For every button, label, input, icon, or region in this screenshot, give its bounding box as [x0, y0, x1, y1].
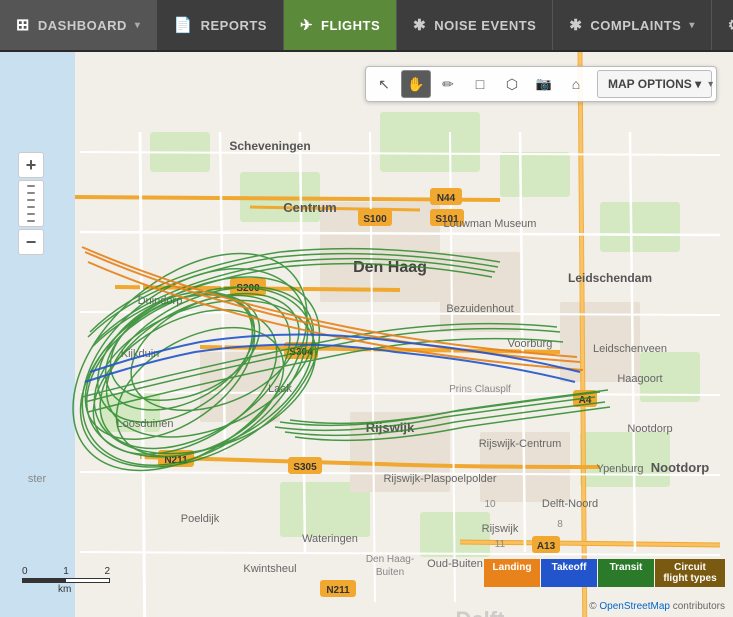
scale-labels: 0 1 2	[22, 566, 110, 577]
svg-text:Rijswijk-Centrum: Rijswijk-Centrum	[479, 438, 562, 450]
legend-transit-label: Transit	[606, 562, 646, 573]
zoom-out-button[interactable]: −	[18, 229, 44, 255]
legend-takeoff-label: Takeoff	[549, 562, 589, 573]
svg-text:S200: S200	[236, 283, 260, 294]
legend-landing: Landing	[484, 559, 540, 587]
svg-text:Wateringen: Wateringen	[302, 533, 358, 545]
svg-text:Den Haag-: Den Haag-	[366, 554, 414, 565]
draw-tool-button[interactable]: ✏	[433, 70, 463, 98]
legend-landing-label: Landing	[492, 562, 532, 573]
svg-text:Centrum: Centrum	[283, 200, 336, 215]
polygon-tool-button[interactable]: ⬡	[497, 70, 527, 98]
svg-text:Rijswijk: Rijswijk	[366, 420, 415, 435]
chevron-down-icon: ▾	[135, 20, 141, 31]
nav-item-flights[interactable]: ✈ FLIGHTS	[284, 0, 397, 50]
legend-transit: Transit	[598, 559, 654, 587]
svg-text:N44: N44	[437, 193, 456, 204]
svg-text:Den Haag: Den Haag	[353, 259, 427, 276]
map-options-chevron-icon: ▾	[708, 79, 713, 90]
svg-text:S305: S305	[293, 462, 317, 473]
legend-takeoff: Takeoff	[541, 559, 597, 587]
svg-text:S304: S304	[289, 347, 313, 358]
map-background: S200 N44 S100 S101 S304 N211 N211	[0, 52, 733, 617]
svg-text:Nootdorp: Nootdorp	[651, 460, 710, 475]
dashboard-icon: ⊞	[16, 15, 30, 35]
rectangle-tool-button[interactable]: □	[465, 70, 495, 98]
zoom-scale	[18, 180, 44, 227]
svg-text:10: 10	[484, 499, 496, 510]
svg-text:Louwman Museum: Louwman Museum	[444, 218, 537, 230]
map-container[interactable]: S200 N44 S100 S101 S304 N211 N211	[0, 52, 733, 617]
admin-icon: ⚙	[728, 16, 733, 34]
svg-text:Voorburg: Voorburg	[508, 338, 553, 350]
zoom-controls: + −	[18, 152, 44, 255]
nav-item-dashboard[interactable]: ⊞ DASHBOARD ▾	[0, 0, 157, 50]
scale-label-2: 2	[104, 566, 110, 577]
svg-text:Rijswijk-Plaspoelpolder: Rijswijk-Plaspoelpolder	[383, 473, 496, 485]
zoom-in-button[interactable]: +	[18, 152, 44, 178]
home-tool-button[interactable]: ⌂	[561, 70, 591, 98]
nav-label-complaints: COMPLAINTS	[590, 18, 681, 33]
svg-text:Nootdorp: Nootdorp	[627, 423, 672, 435]
openstreetmap-link[interactable]: OpenStreetMap	[599, 601, 670, 612]
noise-events-icon: ✱	[413, 16, 426, 34]
svg-text:Duindorp: Duindorp	[138, 295, 183, 307]
scale-ruler	[22, 578, 110, 583]
pointer-tool-button[interactable]: ↖	[369, 70, 399, 98]
svg-text:S100: S100	[363, 214, 387, 225]
nav-label-noise-events: NOISE EVENTS	[434, 18, 536, 33]
svg-text:Scheveningen: Scheveningen	[229, 139, 310, 153]
svg-text:A13: A13	[537, 541, 556, 552]
svg-text:Ypenburg: Ypenburg	[597, 463, 644, 475]
map-options-button[interactable]: MAP OPTIONS ▾	[597, 70, 712, 98]
svg-text:Rijswijk: Rijswijk	[482, 523, 519, 535]
navbar: ⊞ DASHBOARD ▾ 📄 REPORTS ✈ FLIGHTS ✱ NOIS…	[0, 0, 733, 52]
scale-bar: 0 1 2 km	[22, 566, 110, 595]
legend-circuit: Circuit flight types	[655, 559, 725, 587]
nav-label-dashboard: DASHBOARD	[38, 18, 127, 33]
svg-text:Kijkduin: Kijkduin	[121, 348, 160, 360]
nav-label-flights: FLIGHTS	[321, 18, 380, 33]
complaints-icon: ✱	[569, 16, 582, 34]
legend-circuit-label: Circuit	[663, 562, 717, 573]
svg-text:Leidschendam: Leidschendam	[568, 271, 652, 285]
svg-text:8: 8	[557, 519, 563, 530]
svg-text:11: 11	[495, 539, 506, 550]
svg-text:Kwintsheul: Kwintsheul	[243, 563, 296, 575]
map-toolbar: ↖ ✋ ✏ □ ⬡ 📷 ⌂ MAP OPTIONS ▾ ▾	[365, 66, 717, 102]
scale-label-1: 1	[63, 566, 69, 577]
flight-legend: Landing Takeoff Transit Circuit flight t…	[484, 559, 725, 587]
nav-item-admin[interactable]: ⚙ ADMIN	[712, 0, 733, 50]
svg-text:ster: ster	[28, 473, 47, 485]
svg-text:Haagoort: Haagoort	[617, 373, 662, 385]
nav-label-reports: REPORTS	[201, 18, 267, 33]
svg-text:Prins Clausplf: Prins Clausplf	[449, 384, 511, 395]
svg-text:Oud-Buiten: Oud-Buiten	[427, 558, 483, 570]
camera-tool-button[interactable]: 📷	[529, 70, 559, 98]
nav-item-complaints[interactable]: ✱ COMPLAINTS ▾	[553, 0, 712, 50]
reports-icon: 📄	[173, 16, 192, 34]
complaints-chevron-icon: ▾	[689, 20, 695, 31]
hand-tool-button[interactable]: ✋	[401, 70, 431, 98]
svg-text:Buiten: Buiten	[376, 567, 404, 578]
svg-text:Delft-Noord: Delft-Noord	[542, 498, 598, 510]
svg-text:Poeldijk: Poeldijk	[181, 513, 220, 525]
map-attribution: © OpenStreetMap contributors	[589, 601, 725, 612]
svg-text:N211: N211	[326, 585, 350, 596]
nav-item-noise-events[interactable]: ✱ NOISE EVENTS	[397, 0, 553, 50]
svg-text:N211: N211	[164, 455, 188, 466]
nav-item-reports[interactable]: 📄 REPORTS	[157, 0, 284, 50]
svg-text:Leidschenveen: Leidschenveen	[593, 343, 667, 355]
scale-label-0: 0	[22, 566, 28, 577]
legend-row: Landing Takeoff Transit Circuit flight t…	[484, 559, 725, 587]
flights-icon: ✈	[300, 16, 313, 34]
svg-text:A4: A4	[579, 395, 592, 406]
svg-text:Delft: Delft	[456, 607, 506, 617]
legend-circuit-sublabel: flight types	[663, 573, 717, 584]
svg-text:Loosduinen: Loosduinen	[117, 418, 174, 430]
scale-unit: km	[58, 584, 110, 595]
svg-text:Laak: Laak	[268, 383, 292, 395]
svg-text:Bezuidenhout: Bezuidenhout	[446, 303, 513, 315]
